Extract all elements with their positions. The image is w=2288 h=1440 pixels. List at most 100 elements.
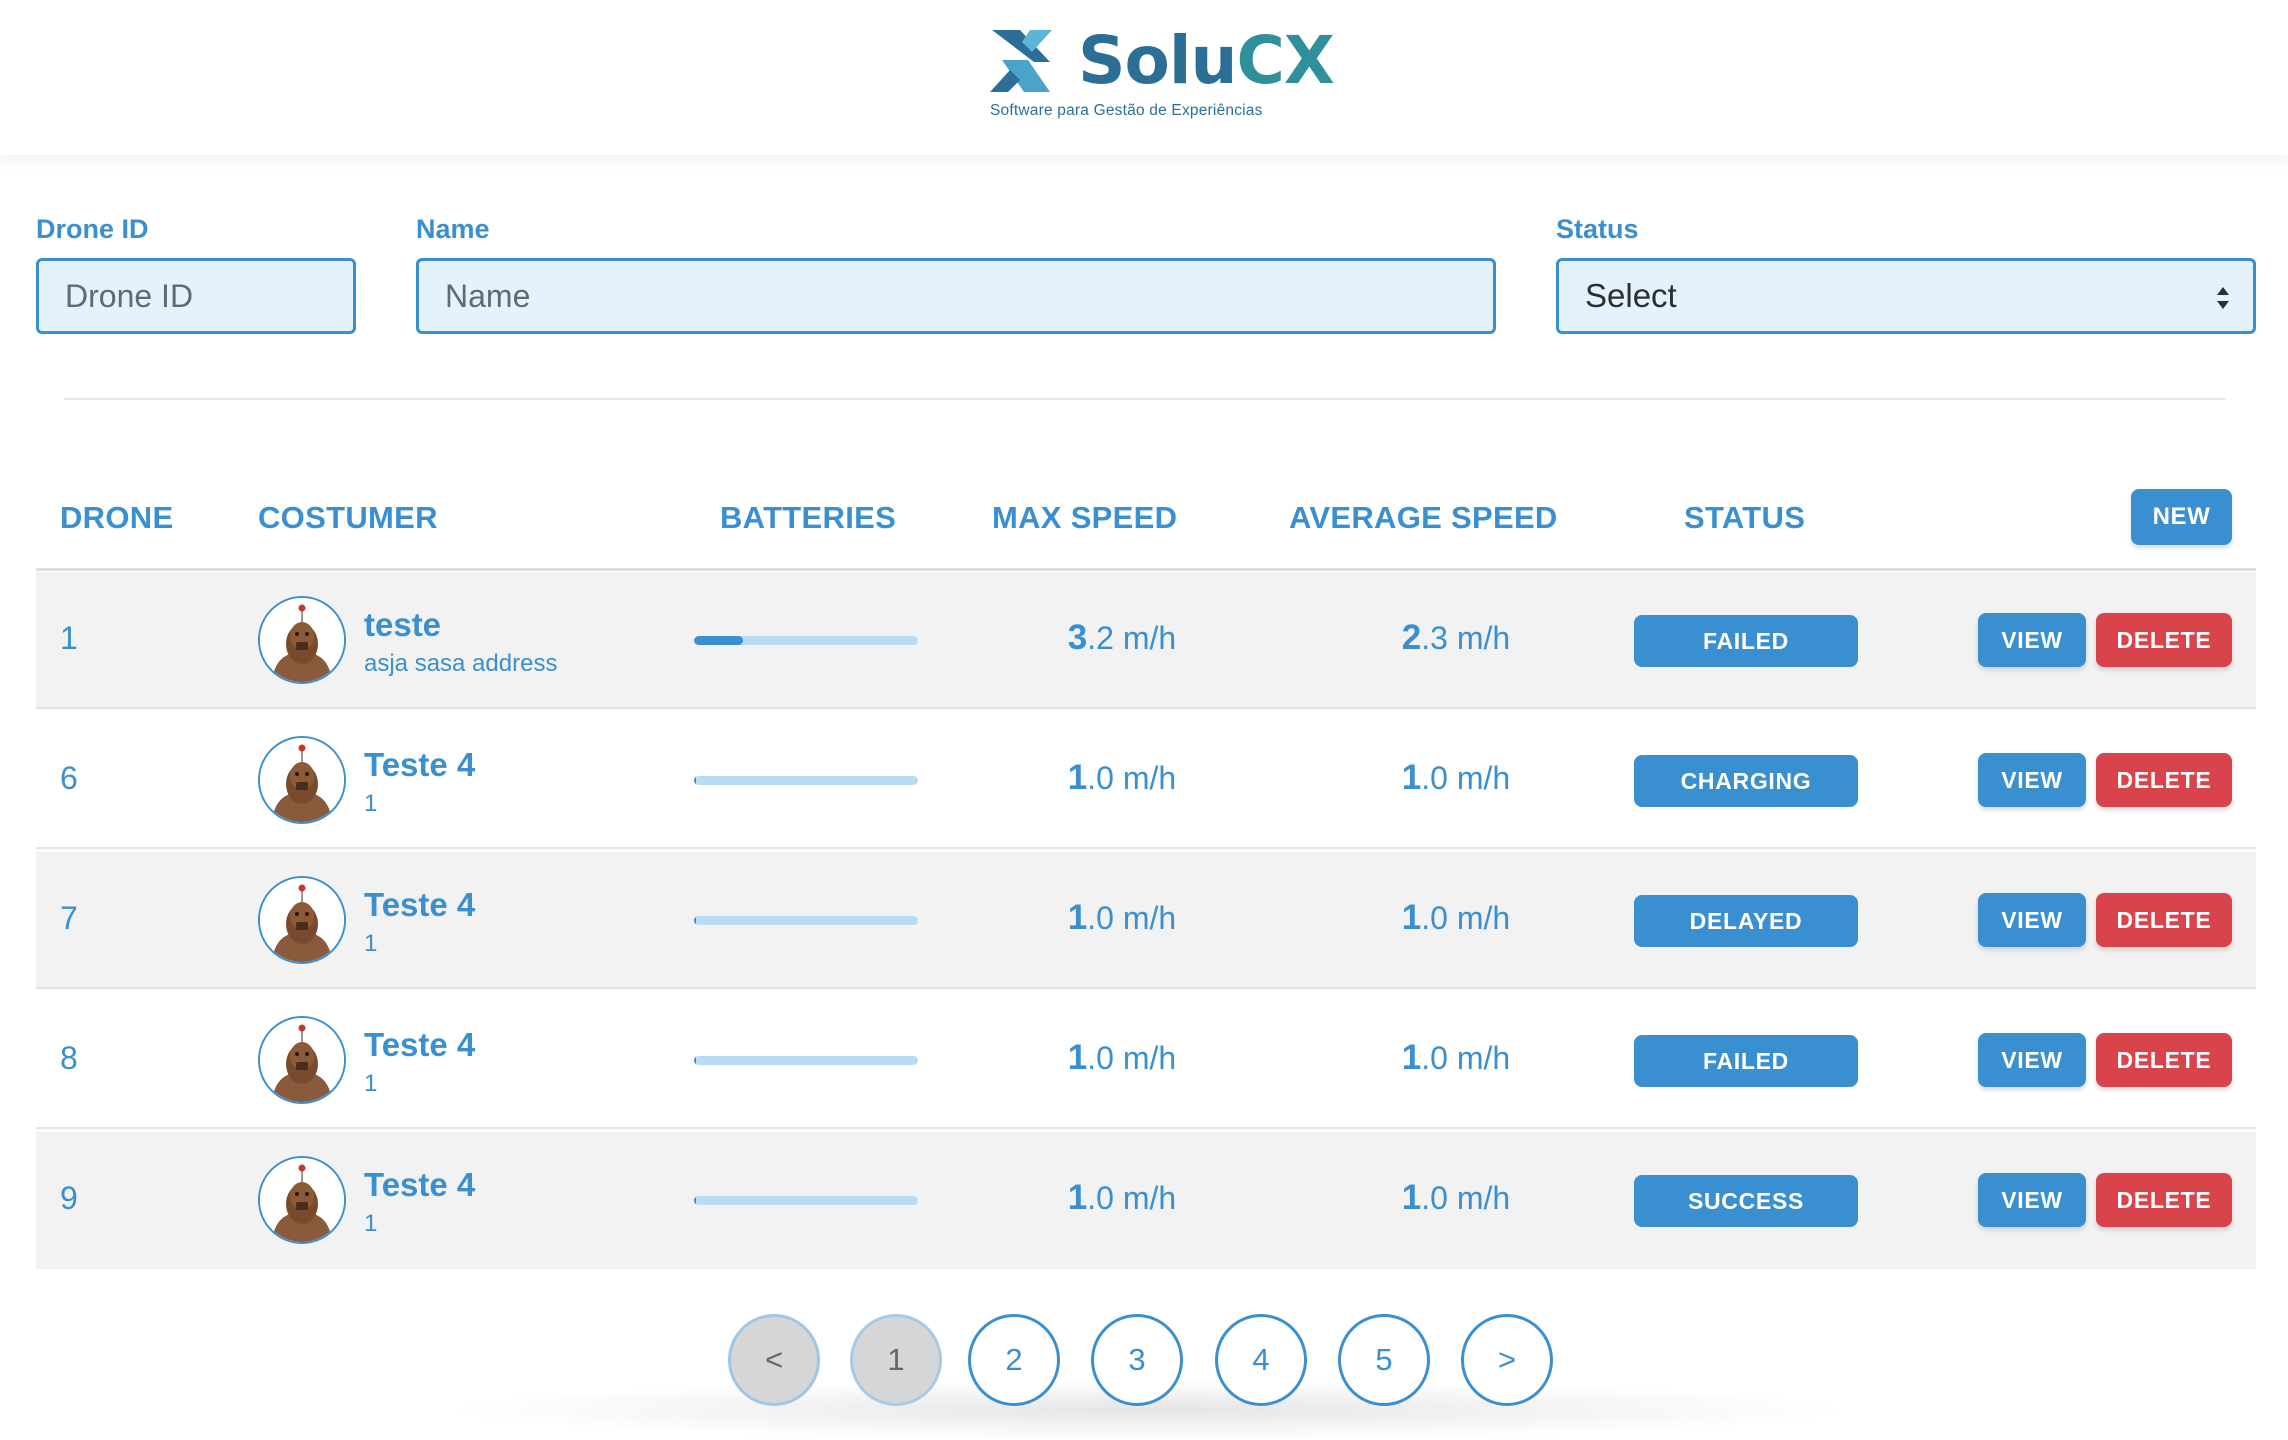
status-badge: FAILED [1634,1035,1858,1087]
max-speed-integer: 1 [1067,1178,1088,1217]
status-select[interactable]: Select [1556,258,2256,334]
battery-bar [694,636,918,645]
row-divider [36,1127,2256,1129]
drone-id-label: Drone ID [36,214,149,244]
max-speed-decimal: .0 m/h [1087,900,1177,936]
average-speed-integer: 1 [1401,758,1422,797]
view-button[interactable]: VIEW [1978,893,2086,947]
customer-address: 1 [364,790,378,817]
column-header-drone: DRONE [60,500,174,535]
average-speed-cell: 2.3 m/h [1326,618,1586,658]
drone-id-cell: 9 [60,1180,78,1216]
average-speed-decimal: .0 m/h [1421,760,1511,796]
average-speed-integer: 1 [1401,1038,1422,1077]
delete-button[interactable]: DELETE [2096,613,2232,667]
brand-name-cx: CX [1236,22,1335,99]
max-speed-decimal: .0 m/h [1087,760,1177,796]
solucx-logo[interactable]: SoluCX Software para Gestão de Experiênc… [988,28,1335,128]
max-speed-cell: 1.0 m/h [992,1038,1252,1078]
customer-address: asja sasa address [364,650,558,677]
delete-button[interactable]: DELETE [2096,1173,2232,1227]
prev-page-button[interactable]: < [728,1314,820,1406]
new-drone-button[interactable]: NEW [2131,489,2232,545]
customer-name: Teste 4 [364,1166,476,1203]
next-page-button[interactable]: > [1461,1314,1553,1406]
customer-address: 1 [364,930,378,957]
row-divider [36,987,2256,989]
customer-avatar [258,596,346,684]
page-button-4[interactable]: 4 [1215,1314,1307,1406]
status-badge: DELAYED [1634,895,1858,947]
view-button[interactable]: VIEW [1978,613,2086,667]
battery-fill [694,1056,697,1065]
status-badge: FAILED [1634,615,1858,667]
page-button-5[interactable]: 5 [1338,1314,1430,1406]
column-header-customer: COSTUMER [258,500,438,535]
page-button-2[interactable]: 2 [968,1314,1060,1406]
average-speed-cell: 1.0 m/h [1326,898,1586,938]
drone-id-input[interactable] [36,258,356,334]
battery-bar [694,1056,918,1065]
delete-button[interactable]: DELETE [2096,893,2232,947]
column-header-max-speed: MAX SPEED [992,500,1178,535]
average-speed-decimal: .3 m/h [1421,620,1511,656]
status-badge: CHARGING [1634,755,1858,807]
max-speed-integer: 3 [1067,618,1088,657]
drone-id-cell: 8 [60,1040,78,1076]
max-speed-integer: 1 [1067,1038,1088,1077]
page-button-3[interactable]: 3 [1091,1314,1183,1406]
max-speed-cell: 1.0 m/h [992,1178,1252,1218]
column-header-status: STATUS [1684,500,1806,535]
column-header-average-speed: AVERAGE SPEED [1289,500,1558,535]
table-row: 7 Teste 4 1 1.0 m/h 1.0 m/h DELAYED VIEW… [36,852,2256,989]
drone-id-cell: 1 [60,620,78,656]
brand-tagline: Software para Gestão de Experiências [990,102,1263,119]
average-speed-decimal: .0 m/h [1421,900,1511,936]
view-button[interactable]: VIEW [1978,1033,2086,1087]
status-badge: SUCCESS [1634,1175,1858,1227]
row-divider [36,847,2256,849]
drone-id-cell: 6 [60,760,78,796]
delete-button[interactable]: DELETE [2096,753,2232,807]
name-input[interactable] [416,258,1496,334]
max-speed-decimal: .2 m/h [1087,620,1177,656]
name-label: Name [416,214,490,244]
average-speed-cell: 1.0 m/h [1326,1038,1586,1078]
solucx-logo-mark-icon [990,30,1052,92]
column-header-batteries: BATTERIES [720,500,897,535]
battery-bar [694,1196,918,1205]
average-speed-integer: 1 [1401,898,1422,937]
customer-avatar [258,876,346,964]
table-row: 9 Teste 4 1 1.0 m/h 1.0 m/h SUCCESS VIEW… [36,1132,2256,1269]
view-button[interactable]: VIEW [1978,753,2086,807]
brand-name: SoluCX [1078,28,1335,94]
battery-bar [694,776,918,785]
max-speed-cell: 3.2 m/h [992,618,1252,658]
customer-address: 1 [364,1070,378,1097]
row-divider [36,707,2256,709]
customer-avatar [258,736,346,824]
customer-name: Teste 4 [364,1026,476,1063]
customer-address: 1 [364,1210,378,1237]
customer-name: Teste 4 [364,746,476,783]
customer-name: Teste 4 [364,886,476,923]
average-speed-integer: 1 [1401,1178,1422,1217]
filters-divider [64,398,2226,400]
brand-name-solu: Solu [1078,22,1237,99]
average-speed-integer: 2 [1401,618,1422,657]
max-speed-cell: 1.0 m/h [992,898,1252,938]
page-button-1[interactable]: 1 [850,1314,942,1406]
table-row: 6 Teste 4 1 1.0 m/h 1.0 m/h CHARGING VIE… [36,712,2256,849]
battery-fill [694,916,697,925]
max-speed-decimal: .0 m/h [1087,1040,1177,1076]
average-speed-cell: 1.0 m/h [1326,1178,1586,1218]
delete-button[interactable]: DELETE [2096,1033,2232,1087]
table-row: 1 teste asja sasa address 3.2 m/h 2.3 m/… [36,572,2256,709]
status-select-value: Select [1585,277,1677,314]
battery-fill [694,1196,697,1205]
view-button[interactable]: VIEW [1978,1173,2086,1227]
status-label: Status [1556,214,1639,244]
customer-name: teste [364,606,442,643]
average-speed-cell: 1.0 m/h [1326,758,1586,798]
customer-avatar [258,1016,346,1104]
